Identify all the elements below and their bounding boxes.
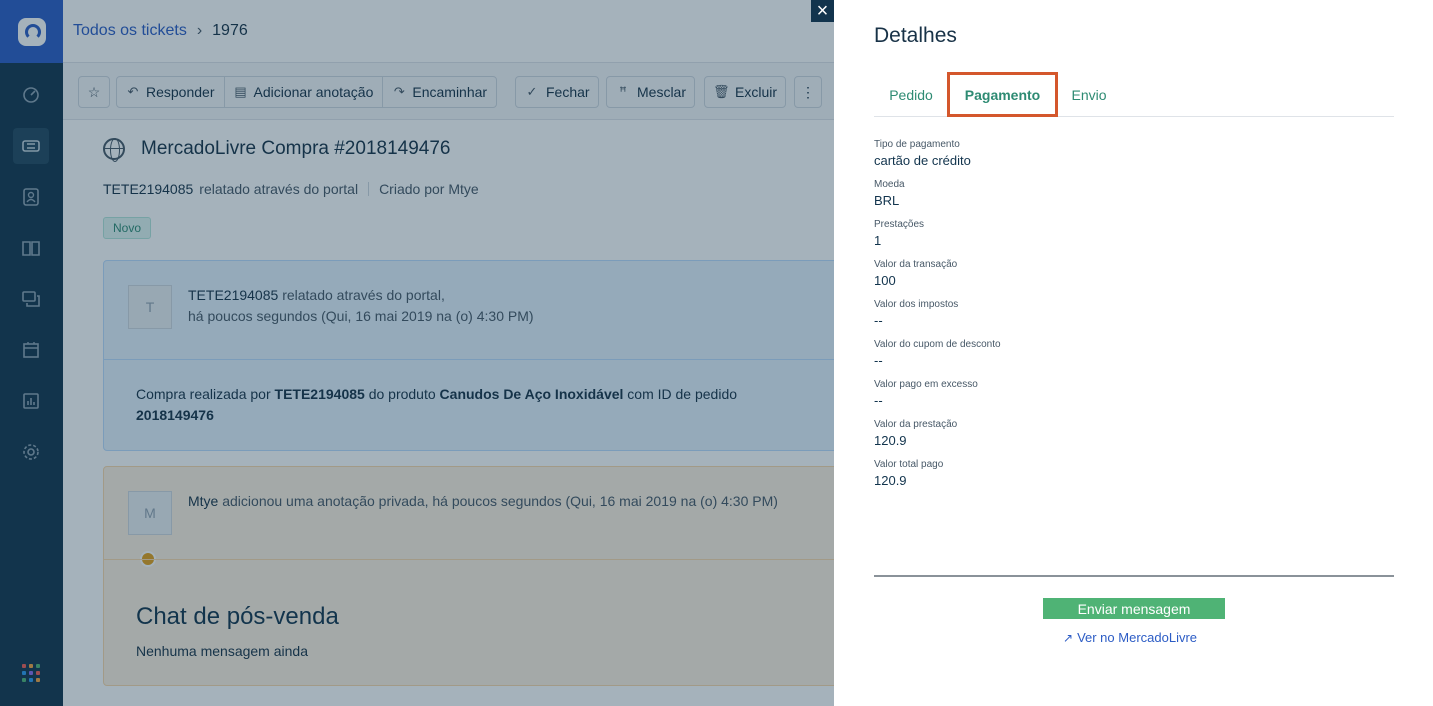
panel-title: Detalhes xyxy=(874,24,957,47)
field-label: Valor do cupom de desconto xyxy=(874,339,1001,350)
field-label: Moeda xyxy=(874,179,905,190)
external-link-icon: ↗ xyxy=(1063,630,1074,645)
panel-divider xyxy=(874,575,1394,577)
field-label: Valor da transação xyxy=(874,259,958,270)
modal-overlay[interactable] xyxy=(0,0,834,706)
field-label: Valor da prestação xyxy=(874,419,958,430)
tab-envio[interactable]: Envio xyxy=(1058,72,1120,117)
field-value: 120.9 xyxy=(874,433,907,448)
tab-pagamento[interactable]: Pagamento xyxy=(947,72,1058,117)
field-installment-amount: Valor da prestação 120.9 xyxy=(874,418,1001,450)
field-value: -- xyxy=(874,393,883,408)
field-coupon: Valor do cupom de desconto -- xyxy=(874,338,1001,370)
field-taxes: Valor dos impostos -- xyxy=(874,298,1001,330)
field-currency: Moeda BRL xyxy=(874,178,1001,210)
field-value: -- xyxy=(874,353,883,368)
field-label: Prestações xyxy=(874,219,925,230)
field-label: Valor dos impostos xyxy=(874,299,959,310)
field-value: BRL xyxy=(874,193,900,208)
field-value: 120.9 xyxy=(874,473,907,488)
external-link-label: Ver no MercadoLivre xyxy=(1077,630,1198,645)
field-label: Tipo de pagamento xyxy=(874,139,960,150)
field-overpaid: Valor pago em excesso -- xyxy=(874,378,1001,410)
field-total-paid: Valor total pago 120.9 xyxy=(874,458,1001,490)
field-value: cartão de crédito xyxy=(874,153,971,168)
close-icon: × xyxy=(816,0,829,22)
field-label: Valor pago em excesso xyxy=(874,379,978,390)
field-installments: Prestações 1 xyxy=(874,218,1001,250)
send-message-button[interactable]: Enviar mensagem xyxy=(1043,598,1225,619)
details-panel: Detalhes Pedido Pagamento Envio Tipo de … xyxy=(834,0,1433,706)
close-panel-button[interactable]: × xyxy=(811,0,834,22)
tab-pedido[interactable]: Pedido xyxy=(874,72,948,117)
field-transaction-amount: Valor da transação 100 xyxy=(874,258,1001,290)
field-value: 100 xyxy=(874,273,896,288)
payment-fields: Tipo de pagamento cartão de crédito Moed… xyxy=(874,138,1001,498)
view-on-mercadolivre-link[interactable]: ↗ Ver no MercadoLivre xyxy=(1063,630,1197,645)
field-payment-type: Tipo de pagamento cartão de crédito xyxy=(874,138,1001,170)
field-label: Valor total pago xyxy=(874,459,944,470)
field-value: -- xyxy=(874,313,883,328)
details-tabs: Pedido Pagamento Envio xyxy=(874,72,1394,117)
field-value: 1 xyxy=(874,233,882,248)
